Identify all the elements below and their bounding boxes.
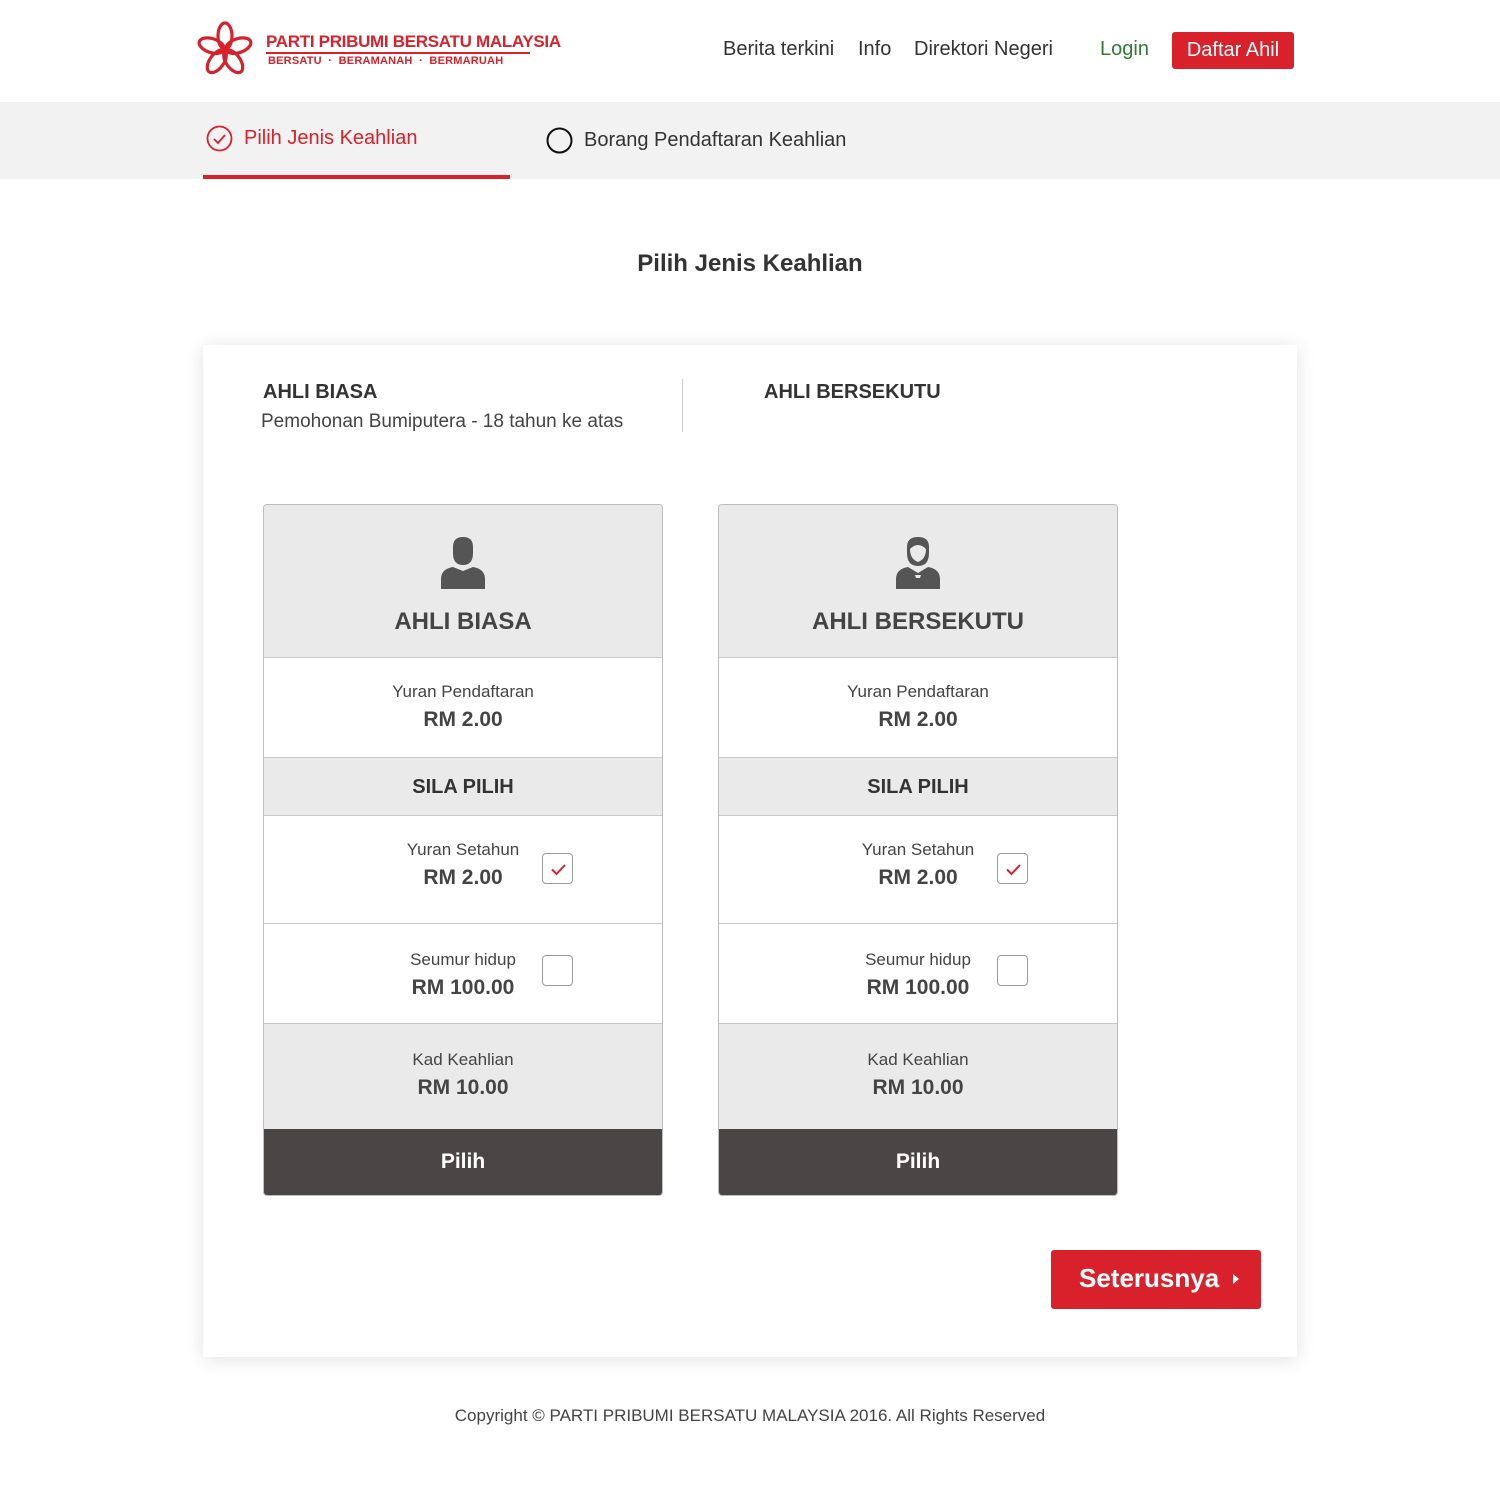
plan-card-ahli-biasa: AHLI BIASA Yuran Pendaftaran RM 2.00 SIL… xyxy=(263,504,663,1196)
checkmark-icon xyxy=(551,864,566,876)
nav-direktori-negeri[interactable]: Direktori Negeri xyxy=(914,38,1053,61)
card-label: Kad Keahlian xyxy=(412,1050,514,1069)
step-pilih-jenis-keahlian[interactable]: Pilih Jenis Keahlian xyxy=(203,102,510,179)
fee-label: Yuran Pendaftaran xyxy=(847,682,989,701)
option-value: RM 2.00 xyxy=(423,866,503,889)
check-circle-icon xyxy=(206,125,233,152)
tab-ahli-biasa-subtitle: Pemohonan Bumiputera - 18 tahun ke atas xyxy=(261,411,624,432)
checkbox-yuran-setahun[interactable] xyxy=(542,853,573,884)
plan-header: AHLI BERSEKUTU xyxy=(719,505,1117,658)
card-fee-row: Kad Keahlian RM 10.00 xyxy=(264,1024,662,1129)
fee-value: RM 2.00 xyxy=(878,708,958,731)
option-yuran-setahun[interactable]: Yuran Setahun RM 2.00 xyxy=(264,816,662,924)
checkbox-seumur-hidup[interactable] xyxy=(997,955,1028,986)
page-title: Pilih Jenis Keahlian xyxy=(637,250,863,277)
nav-info[interactable]: Info xyxy=(858,38,891,61)
checkbox-yuran-setahun[interactable] xyxy=(997,853,1028,884)
step-label: Pilih Jenis Keahlian xyxy=(244,127,418,149)
site-header: PARTI PRIBUMI BERSATU MALAYSIA BERSATU ·… xyxy=(0,0,1500,102)
progress-steps: Pilih Jenis Keahlian Borang Pendaftaran … xyxy=(0,102,1500,179)
option-label: Yuran Setahun xyxy=(406,840,520,859)
party-logo[interactable]: PARTI PRIBUMI BERSATU MALAYSIA BERSATU ·… xyxy=(196,20,561,78)
login-link[interactable]: Login xyxy=(1100,38,1149,61)
plan-name: AHLI BIASA xyxy=(394,608,532,635)
choose-heading: SILA PILIH xyxy=(264,758,662,816)
circle-icon xyxy=(546,127,573,154)
option-label: Yuran Setahun xyxy=(861,840,975,859)
card-fee-row: Kad Keahlian RM 10.00 xyxy=(719,1024,1117,1129)
select-plan-button[interactable]: Pilih xyxy=(264,1129,662,1195)
option-label: Seumur hidup xyxy=(865,950,971,969)
plan-card-ahli-bersekutu: AHLI BERSEKUTU Yuran Pendaftaran RM 2.00… xyxy=(718,504,1118,1196)
card-value: RM 10.00 xyxy=(417,1076,509,1099)
user-tie-icon xyxy=(896,537,940,589)
option-seumur-hidup[interactable]: Seumur hidup RM 100.00 xyxy=(719,924,1117,1024)
fee-label: Yuran Pendaftaran xyxy=(392,682,534,701)
tab-ahli-bersekutu[interactable]: AHLI BERSEKUTU xyxy=(764,381,941,404)
logo-rule xyxy=(266,52,530,54)
select-plan-button[interactable]: Pilih xyxy=(719,1129,1117,1195)
user-icon xyxy=(441,537,485,589)
checkbox-seumur-hidup[interactable] xyxy=(542,955,573,986)
nav-berita-terkini[interactable]: Berita terkini xyxy=(723,38,834,61)
option-value: RM 100.00 xyxy=(411,976,515,999)
footer-copyright: Copyright © PARTI PRIBUMI BERSATU MALAYS… xyxy=(454,1406,1046,1425)
logo-title: PARTI PRIBUMI BERSATU MALAYSIA xyxy=(266,32,561,51)
option-label: Seumur hidup xyxy=(410,950,516,969)
next-button-label: Seterusnya xyxy=(1079,1263,1220,1293)
step-borang-pendaftaran[interactable]: Borang Pendaftaran Keahlian xyxy=(546,102,846,179)
registration-fee-row: Yuran Pendaftaran RM 2.00 xyxy=(719,658,1117,758)
card-value: RM 10.00 xyxy=(872,1076,964,1099)
tab-divider xyxy=(682,379,683,432)
registration-fee-row: Yuran Pendaftaran RM 2.00 xyxy=(264,658,662,758)
flower-logo-icon xyxy=(197,21,253,75)
tab-ahli-biasa[interactable]: AHLI BIASA xyxy=(263,381,377,404)
plan-header: AHLI BIASA xyxy=(264,505,662,658)
fee-value: RM 2.00 xyxy=(423,708,503,731)
choose-heading: SILA PILIH xyxy=(719,758,1117,816)
option-value: RM 100.00 xyxy=(866,976,970,999)
option-seumur-hidup[interactable]: Seumur hidup RM 100.00 xyxy=(264,924,662,1024)
logo-tagline: BERSATU · BERAMANAH · BERMARUAH xyxy=(268,55,504,67)
membership-panel: AHLI BIASA Pemohonan Bumiputera - 18 tah… xyxy=(203,345,1297,1357)
option-value: RM 2.00 xyxy=(878,866,958,889)
plan-name: AHLI BERSEKUTU xyxy=(811,608,1024,635)
register-button[interactable]: Daftar Ahil xyxy=(1172,32,1294,69)
caret-right-icon xyxy=(1233,1274,1239,1284)
next-button[interactable]: Seterusnya xyxy=(1051,1250,1261,1309)
step-label: Borang Pendaftaran Keahlian xyxy=(584,129,847,151)
checkmark-icon xyxy=(1006,864,1021,876)
card-label: Kad Keahlian xyxy=(867,1050,969,1069)
option-yuran-setahun[interactable]: Yuran Setahun RM 2.00 xyxy=(719,816,1117,924)
